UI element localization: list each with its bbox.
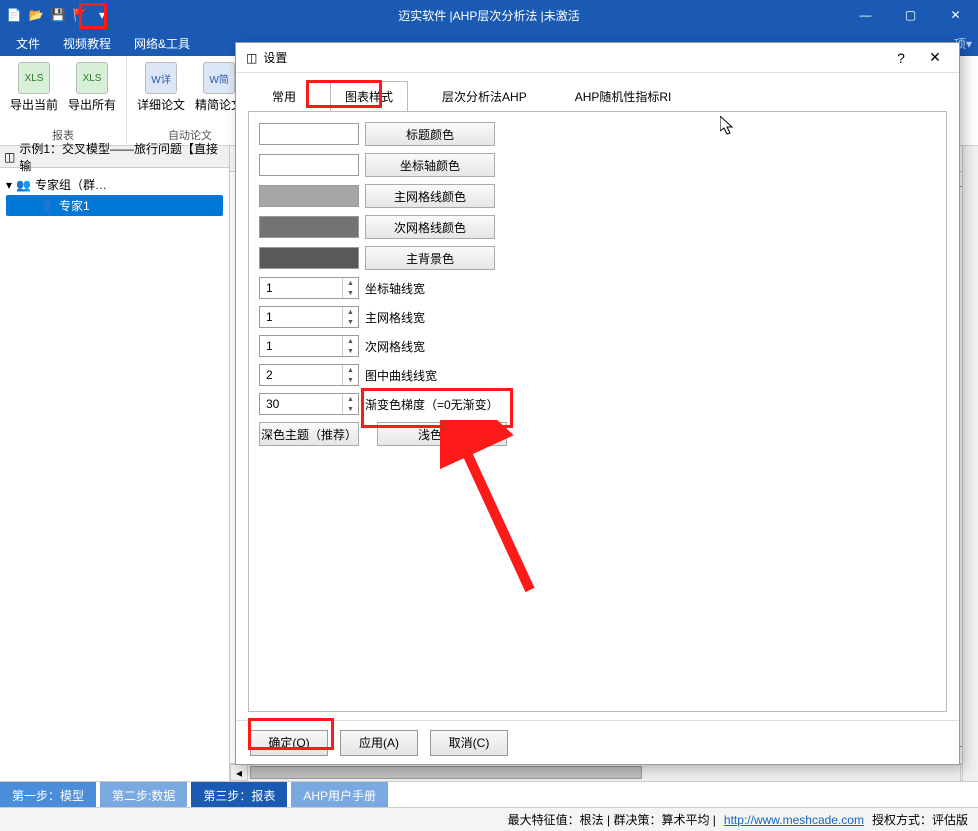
expand-icon[interactable]: ▾ bbox=[6, 178, 12, 192]
dialog-body: 标题颜色 坐标轴颜色 主网格线颜色 次网格线颜色 主背景色 1▲▼ 坐标轴线宽 1… bbox=[248, 111, 947, 712]
axis-width-input[interactable]: 1▲▼ bbox=[259, 277, 359, 299]
subgrid-color-button[interactable]: 次网格线颜色 bbox=[365, 215, 495, 239]
quick-access-toolbar: 📄 📂 💾 🚩 ▾ bbox=[0, 7, 116, 23]
tree-root[interactable]: ▾ 👥 专家组（群… bbox=[6, 174, 223, 195]
close-button[interactable]: ✕ bbox=[933, 0, 978, 30]
menu-file[interactable]: 文件 bbox=[6, 31, 50, 56]
dialog-title: 设置 bbox=[263, 49, 287, 66]
user-icon: 👤 bbox=[40, 199, 55, 213]
axis-color-swatch[interactable] bbox=[259, 154, 359, 176]
menu-video-tutorial[interactable]: 视频教程 bbox=[53, 31, 121, 56]
title-color-button[interactable]: 标题颜色 bbox=[365, 122, 495, 146]
curve-width-input[interactable]: 2▲▼ bbox=[259, 364, 359, 386]
app-title: 迈实软件 |AHP层次分析法 |未激活 bbox=[398, 7, 580, 24]
step-data[interactable]: 第二步:数据 bbox=[100, 782, 187, 807]
vertical-scrollbar[interactable] bbox=[962, 146, 978, 781]
detailed-doc-label: 详细论文 bbox=[137, 96, 185, 113]
ok-button[interactable]: 确定(O) bbox=[250, 730, 328, 756]
maximize-button[interactable]: ▢ bbox=[888, 0, 933, 30]
word-icon: W简 bbox=[203, 62, 235, 94]
bg-color-button[interactable]: 主背景色 bbox=[365, 246, 495, 270]
maingrid-width-label: 主网格线宽 bbox=[365, 309, 425, 326]
subgrid-color-swatch[interactable] bbox=[259, 216, 359, 238]
step-manual[interactable]: AHP用户手册 bbox=[291, 782, 388, 807]
detailed-doc-button[interactable]: W详 详细论文 bbox=[137, 62, 185, 113]
dialog-close-button[interactable]: ✕ bbox=[921, 49, 949, 66]
maingrid-color-swatch[interactable] bbox=[259, 185, 359, 207]
group-icon: 👥 bbox=[16, 178, 31, 192]
horizontal-scrollbar[interactable]: ◂ ▸ bbox=[230, 763, 978, 781]
status-eigenvalue: 最大特征值：根法 | 群决策：算术平均 | bbox=[508, 811, 716, 828]
flag-icon[interactable]: 🚩 bbox=[72, 7, 88, 23]
dialog-titlebar: ◫ 设置 ? ✕ bbox=[236, 43, 959, 73]
tree-view[interactable]: ▾ 👥 专家组（群… 👤 专家1 bbox=[0, 168, 229, 781]
step-model[interactable]: 第一步：模型 bbox=[0, 782, 96, 807]
title-color-swatch[interactable] bbox=[259, 123, 359, 145]
scroll-thumb[interactable] bbox=[250, 766, 642, 779]
maingrid-width-input[interactable]: 1▲▼ bbox=[259, 306, 359, 328]
save-icon[interactable]: 💾 bbox=[50, 7, 66, 23]
step-tabs: 第一步：模型 第二步:数据 第三步：报表 AHP用户手册 bbox=[0, 781, 978, 807]
tab-chart-style[interactable]: 图表样式 bbox=[330, 81, 408, 112]
dialog-help-button[interactable]: ? bbox=[887, 50, 915, 66]
light-theme-button[interactable]: 浅色主题 bbox=[377, 422, 507, 446]
cube-icon: ◫ bbox=[4, 150, 15, 164]
cursor-icon bbox=[720, 116, 736, 141]
xls-icon: XLS bbox=[18, 62, 50, 94]
subgrid-width-label: 次网格线宽 bbox=[365, 338, 425, 355]
export-all-button[interactable]: XLS 导出所有 bbox=[68, 62, 116, 113]
dark-theme-button[interactable]: 深色主题（推荐） bbox=[259, 422, 359, 446]
new-file-icon[interactable]: 📄 bbox=[6, 7, 22, 23]
export-current-label: 导出当前 bbox=[10, 96, 58, 113]
tree-child[interactable]: 👤 专家1 bbox=[6, 195, 223, 216]
left-panel: ◫ 示例1：交叉模型——旅行问题【直接输 ▾ 👥 专家组（群… 👤 专家1 bbox=[0, 146, 230, 781]
ribbon-group-report: XLS 导出当前 XLS 导出所有 报表 bbox=[0, 56, 127, 145]
word-icon: W详 bbox=[145, 62, 177, 94]
xls-icon: XLS bbox=[76, 62, 108, 94]
tree-child-label: 专家1 bbox=[59, 197, 90, 214]
status-link[interactable]: http://www.meshcade.com bbox=[724, 813, 864, 827]
dropdown-icon[interactable]: ▾ bbox=[94, 7, 110, 23]
minimize-button[interactable]: — bbox=[843, 0, 888, 30]
status-bar: 最大特征值：根法 | 群决策：算术平均 | http://www.meshcad… bbox=[0, 807, 978, 831]
subgrid-width-input[interactable]: 1▲▼ bbox=[259, 335, 359, 357]
axis-width-label: 坐标轴线宽 bbox=[365, 280, 425, 297]
settings-icon: ◫ bbox=[246, 51, 257, 65]
dialog-tabs: 常用 图表样式 层次分析法AHP AHP随机性指标RI bbox=[236, 81, 959, 111]
step-report[interactable]: 第三步：报表 bbox=[191, 782, 287, 807]
scroll-left-icon[interactable]: ◂ bbox=[230, 764, 248, 781]
open-file-icon[interactable]: 📂 bbox=[28, 7, 44, 23]
tab-ahp-ri[interactable]: AHP随机性指标RI bbox=[561, 82, 686, 111]
left-panel-header: ◫ 示例1：交叉模型——旅行问题【直接输 bbox=[0, 146, 229, 168]
maingrid-color-button[interactable]: 主网格线颜色 bbox=[365, 184, 495, 208]
bg-color-swatch[interactable] bbox=[259, 247, 359, 269]
curve-width-label: 图中曲线线宽 bbox=[365, 367, 437, 384]
title-bar: 📄 📂 💾 🚩 ▾ 迈实软件 |AHP层次分析法 |未激活 — ▢ ✕ bbox=[0, 0, 978, 30]
menu-network-tools[interactable]: 网络&工具 bbox=[124, 31, 200, 56]
scroll-track[interactable] bbox=[248, 764, 960, 781]
settings-dialog: ◫ 设置 ? ✕ 常用 图表样式 层次分析法AHP AHP随机性指标RI 标题颜… bbox=[235, 42, 960, 765]
axis-color-button[interactable]: 坐标轴颜色 bbox=[365, 153, 495, 177]
tab-ahp[interactable]: 层次分析法AHP bbox=[428, 82, 541, 111]
tree-root-label: 专家组（群… bbox=[35, 176, 107, 193]
status-license: 授权方式：评估版 bbox=[872, 811, 968, 828]
window-controls: — ▢ ✕ bbox=[843, 0, 978, 30]
cancel-button[interactable]: 取消(C) bbox=[430, 730, 508, 756]
export-all-label: 导出所有 bbox=[68, 96, 116, 113]
gradient-input[interactable]: 30▲▼ bbox=[259, 393, 359, 415]
dialog-footer: 确定(O) 应用(A) 取消(C) bbox=[236, 720, 959, 764]
apply-button[interactable]: 应用(A) bbox=[340, 730, 418, 756]
tab-common[interactable]: 常用 bbox=[258, 82, 310, 111]
gradient-label: 渐变色梯度（=0无渐变） bbox=[365, 396, 499, 413]
export-current-button[interactable]: XLS 导出当前 bbox=[10, 62, 58, 113]
